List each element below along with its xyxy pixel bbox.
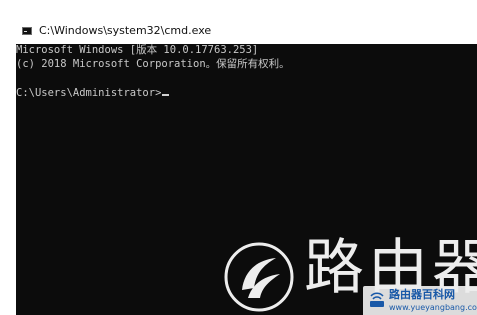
- watermark: 路由器 路由器百科网 www.yueyangbang.com: [222, 234, 477, 315]
- title-bar[interactable]: C:\Windows\system32\cmd.exe: [0, 0, 477, 44]
- command-prompt-line[interactable]: C:\Users\Administrator>: [16, 87, 170, 100]
- watermark-site-url: www.yueyangbang.com: [389, 303, 477, 312]
- console-line-version: Microsoft Windows [版本 10.0.17763.253]: [16, 44, 259, 56]
- watermark-logo-icon: [224, 242, 294, 312]
- cmd-window: C:\Windows\system32\cmd.exe Microsoft Wi…: [0, 0, 477, 315]
- watermark-site-name: 路由器百科网: [389, 288, 455, 301]
- text-cursor: [162, 94, 170, 96]
- window-title: C:\Windows\system32\cmd.exe: [39, 24, 212, 37]
- console-line-copyright: (c) 2018 Microsoft Corporation。保留所有权利。: [16, 58, 290, 70]
- cmd-console-icon: [22, 27, 32, 35]
- command-prompt: C:\Users\Administrator>: [16, 87, 162, 99]
- router-icon: [370, 292, 384, 307]
- watermark-site-badge: 路由器百科网 www.yueyangbang.com: [363, 286, 477, 315]
- console-output[interactable]: Microsoft Windows [版本 10.0.17763.253] (c…: [16, 44, 477, 315]
